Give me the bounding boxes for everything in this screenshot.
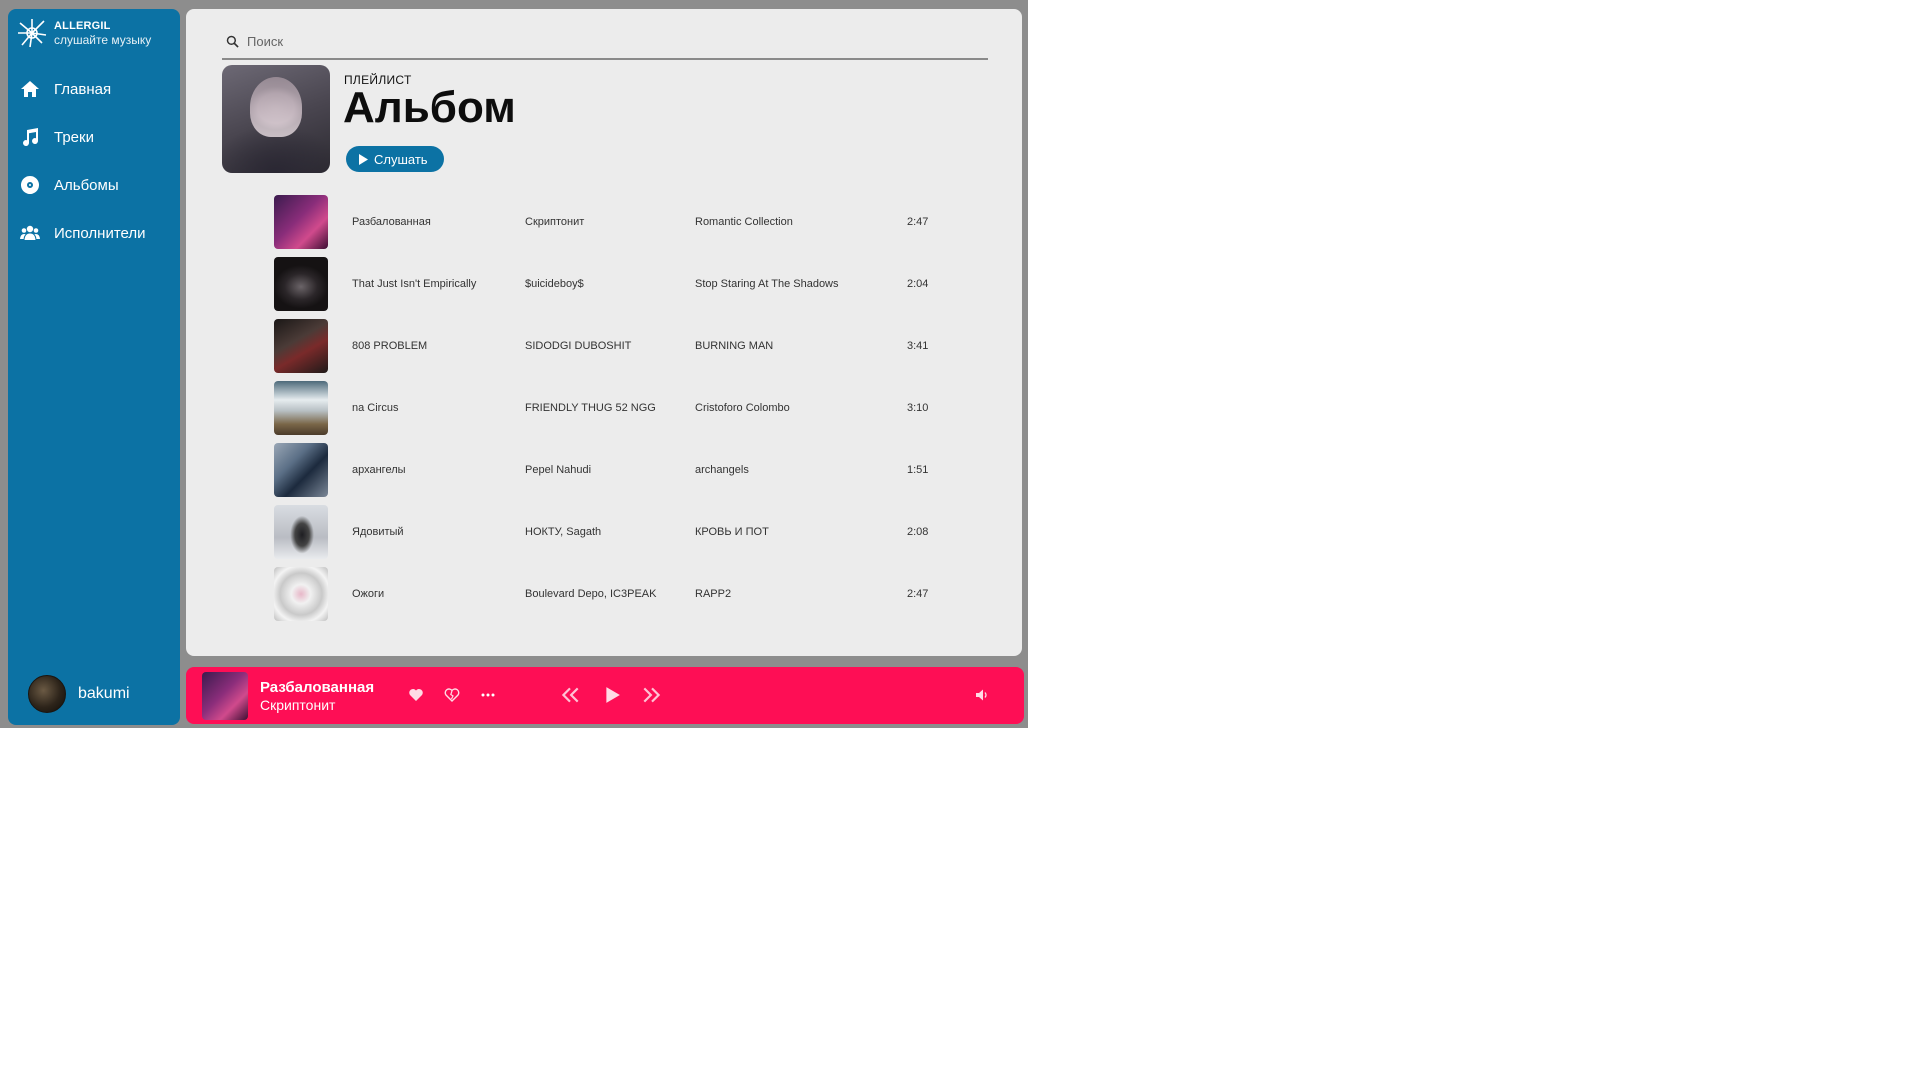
table-row[interactable]: na Circus FRIENDLY THUG 52 NGG Cristofor… — [274, 381, 974, 443]
brand-name: ALLERGIL — [54, 20, 111, 32]
track-title: That Just Isn't Empirically — [352, 278, 477, 290]
fast-forward-icon — [643, 687, 661, 703]
track-artist[interactable]: FRIENDLY THUG 52 NGG — [525, 381, 690, 435]
previous-button[interactable] — [558, 685, 582, 705]
playlist-header: ПЛЕЙЛИСТ Альбом Слушать — [222, 65, 982, 173]
track-thumbnail — [274, 381, 328, 435]
user-profile[interactable]: bakumi — [28, 675, 130, 713]
track-thumbnail — [274, 319, 328, 373]
track-album[interactable]: archangels — [695, 443, 895, 497]
logo-icon — [18, 19, 47, 48]
heart-icon — [409, 689, 423, 701]
home-icon — [21, 81, 39, 97]
now-playing-title[interactable]: Разбалованная — [260, 679, 374, 696]
volume-icon — [976, 689, 987, 701]
playlist-title: Альбом — [343, 83, 516, 132]
play-playlist-label: Слушать — [374, 151, 428, 167]
play-playlist-button[interactable]: Слушать — [346, 146, 444, 172]
more-options-button[interactable] — [478, 685, 498, 705]
like-button[interactable] — [406, 685, 426, 705]
track-duration: 2:04 — [907, 278, 929, 290]
track-title: na Circus — [352, 402, 399, 414]
player-bar: Разбалованная Скриптонит — [186, 667, 1024, 724]
playlist-cover — [222, 65, 330, 173]
brand[interactable]: ALLERGIL слушайте музыку — [16, 17, 151, 49]
sidebar-item-label: Главная — [54, 80, 112, 98]
track-title: Ядовитый — [352, 526, 404, 538]
track-artist[interactable]: НОКТУ, Sagath — [525, 505, 690, 559]
track-artist[interactable]: Скриптонит — [525, 195, 690, 249]
sidebar-item-tracks[interactable]: Треки — [8, 113, 180, 161]
track-title: Ожоги — [352, 588, 385, 600]
sidebar: ALLERGIL слушайте музыку Главная Треки А… — [8, 9, 180, 725]
next-button[interactable] — [640, 685, 664, 705]
search-bar — [222, 25, 988, 60]
track-title: 808 PROBLEM — [352, 340, 428, 352]
track-album[interactable]: Stop Staring At The Shadows — [695, 257, 895, 311]
track-thumbnail — [274, 195, 328, 249]
sidebar-item-albums[interactable]: Альбомы — [8, 161, 180, 209]
avatar[interactable] — [28, 675, 66, 713]
track-album[interactable]: Cristoforo Colombo — [695, 381, 895, 435]
track-album[interactable]: RAPP2 — [695, 567, 895, 621]
track-thumbnail — [274, 257, 328, 311]
table-row[interactable]: Ядовитый НОКТУ, Sagath КРОВЬ И ПОТ 2:08 — [274, 505, 974, 567]
track-artist[interactable]: Pepel Nahudi — [525, 443, 690, 497]
username: bakumi — [78, 685, 130, 702]
dislike-button[interactable] — [442, 685, 462, 705]
now-playing-artist[interactable]: Скриптонит — [260, 697, 335, 713]
track-album[interactable]: Romantic Collection — [695, 195, 895, 249]
play-button[interactable] — [600, 685, 624, 705]
track-artist[interactable]: SIDODGI DUBOSHIT — [525, 319, 690, 373]
track-duration: 2:47 — [907, 588, 929, 600]
sidebar-item-home[interactable]: Главная — [8, 65, 180, 113]
broken-heart-icon — [444, 688, 460, 702]
track-artist[interactable]: Boulevard Depo, IC3PEAK — [525, 567, 690, 621]
table-row[interactable]: Разбалованная Скриптонит Romantic Collec… — [274, 195, 974, 257]
track-artist[interactable]: $uicideboy$ — [525, 257, 690, 311]
users-icon — [20, 225, 40, 240]
sidebar-item-label: Альбомы — [54, 176, 119, 194]
table-row[interactable]: архангелы Pepel Nahudi archangels 1:51 — [274, 443, 974, 505]
play-icon — [606, 687, 620, 703]
sidebar-item-label: Треки — [54, 128, 94, 146]
table-row[interactable]: Ожоги Boulevard Depo, IC3PEAK RAPP2 2:47 — [274, 567, 974, 629]
music-note-icon — [23, 128, 39, 147]
volume-button[interactable] — [972, 685, 992, 705]
track-duration: 2:08 — [907, 526, 929, 538]
track-duration: 3:41 — [907, 340, 929, 352]
track-duration: 2:47 — [907, 216, 929, 228]
now-playing-cover[interactable] — [202, 672, 248, 720]
sidebar-item-artists[interactable]: Исполнители — [8, 209, 180, 257]
track-title: архангелы — [352, 464, 406, 476]
track-title: Разбалованная — [352, 216, 431, 228]
table-row[interactable]: That Just Isn't Empirically $uicideboy$ … — [274, 257, 974, 319]
app-window: ALLERGIL слушайте музыку Главная Треки А… — [0, 0, 1028, 728]
rewind-icon — [561, 687, 579, 703]
track-thumbnail — [274, 567, 328, 621]
more-dots-icon — [481, 693, 495, 697]
table-row[interactable]: 808 PROBLEM SIDODGI DUBOSHIT BURNING MAN… — [274, 319, 974, 381]
main-panel: ПЛЕЙЛИСТ Альбом Слушать Разбалованная Ск… — [186, 9, 1022, 656]
track-album[interactable]: КРОВЬ И ПОТ — [695, 505, 895, 559]
sidebar-item-label: Исполнители — [54, 224, 146, 242]
track-list: Разбалованная Скриптонит Romantic Collec… — [274, 195, 974, 629]
search-input[interactable] — [245, 33, 949, 50]
track-thumbnail — [274, 505, 328, 559]
play-icon — [359, 153, 368, 165]
track-duration: 3:10 — [907, 402, 929, 414]
track-album[interactable]: BURNING MAN — [695, 319, 895, 373]
track-thumbnail — [274, 443, 328, 497]
search-icon — [226, 35, 239, 48]
sidebar-nav: Главная Треки Альбомы Исполнители — [8, 65, 180, 257]
brand-tagline: слушайте музыку — [54, 33, 152, 47]
disc-icon — [20, 176, 39, 194]
track-duration: 1:51 — [907, 464, 929, 476]
